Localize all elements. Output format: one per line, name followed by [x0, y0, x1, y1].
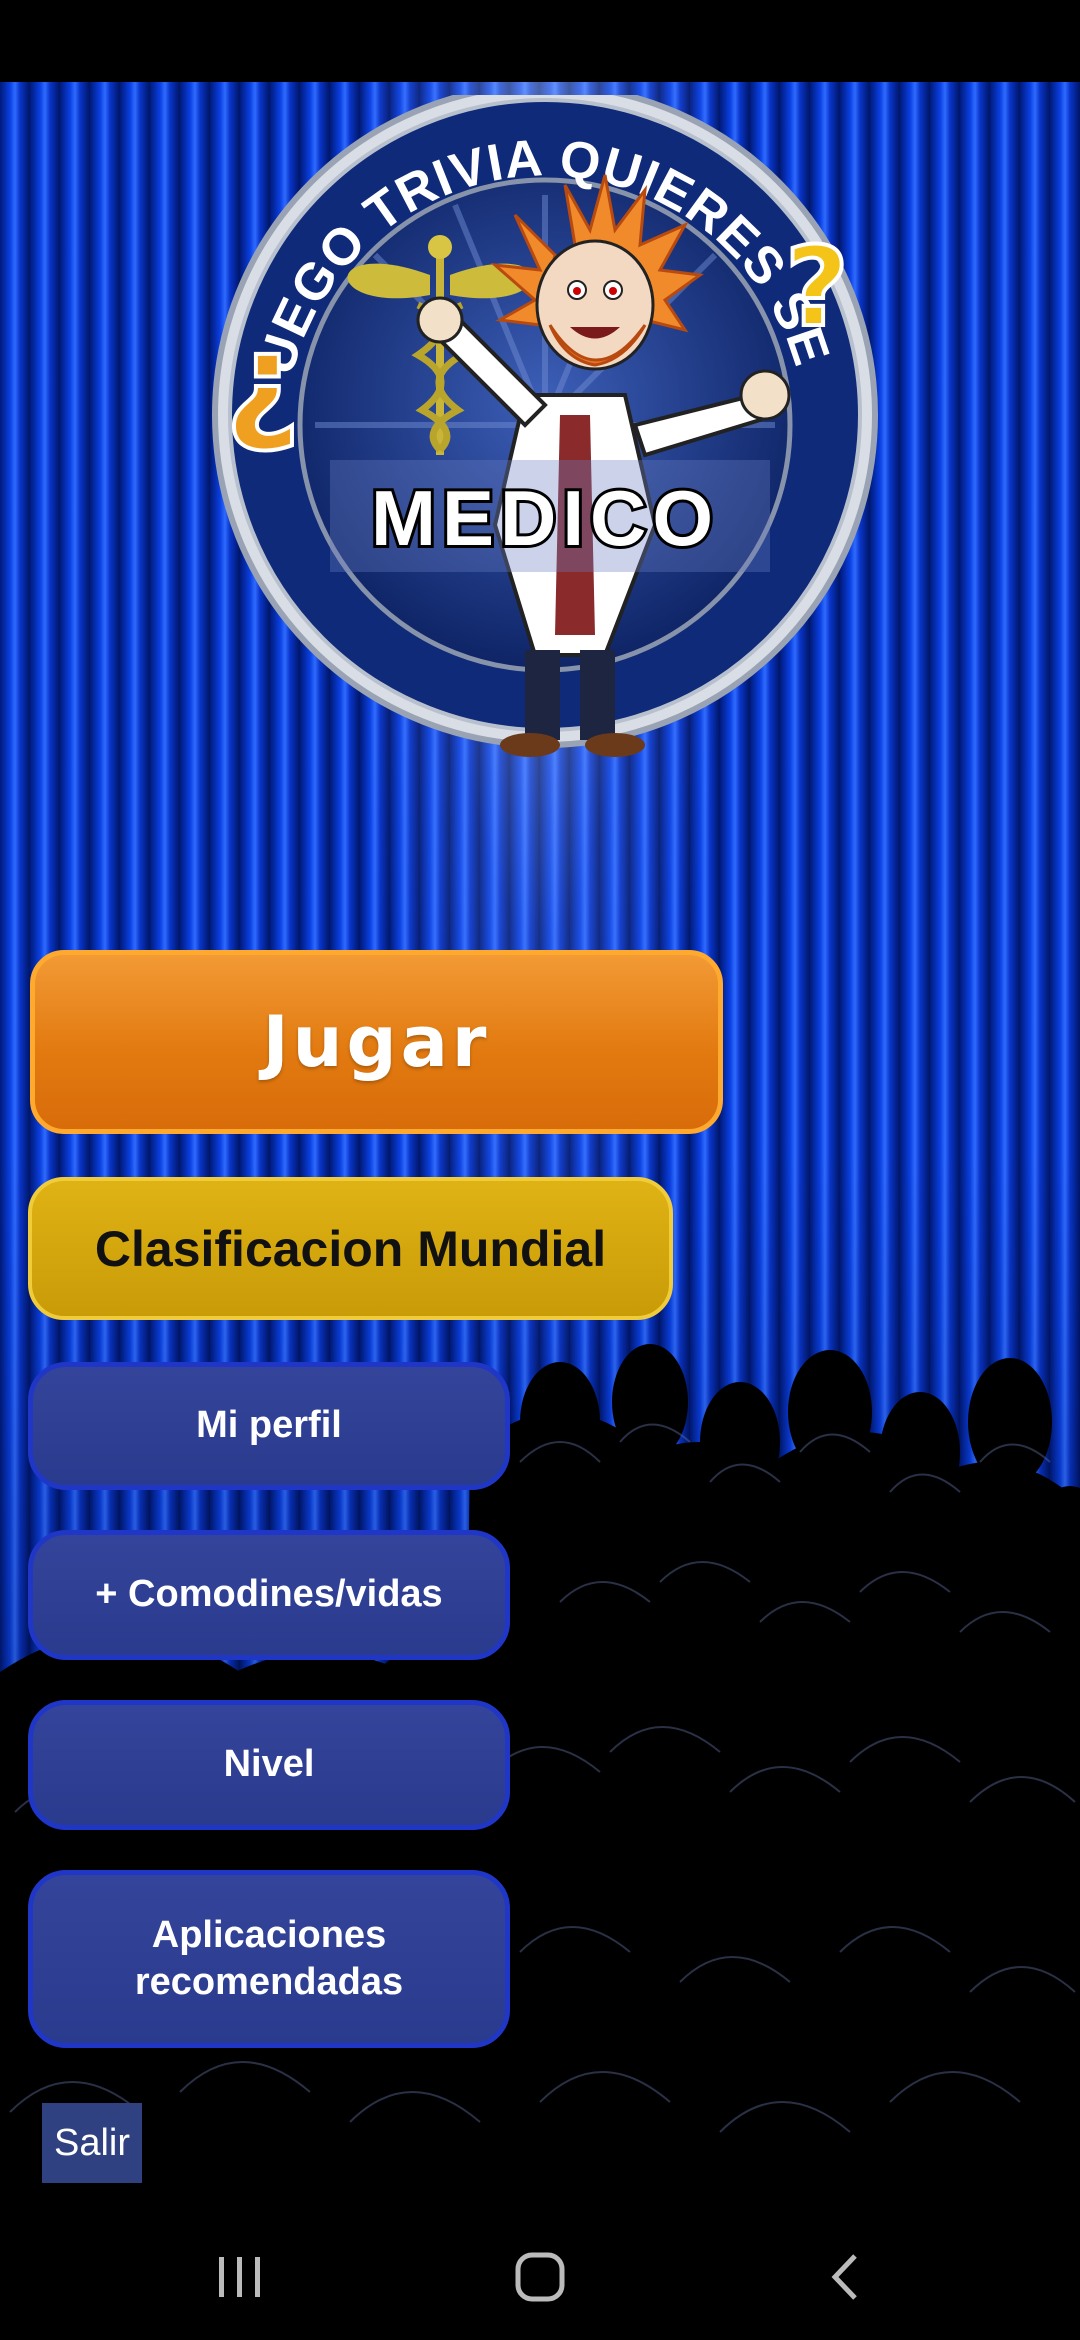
level-button[interactable]: Nivel: [28, 1700, 510, 1830]
play-button[interactable]: Jugar: [30, 950, 723, 1134]
back-icon: [831, 2254, 857, 2300]
recommended-apps-button[interactable]: Aplicaciones recomendadas: [28, 1870, 510, 2048]
status-bar: [0, 0, 1080, 82]
home-button[interactable]: [480, 2237, 600, 2317]
wildcards-lives-button[interactable]: + Comodines/vidas: [28, 1530, 510, 1660]
back-button[interactable]: [785, 2237, 905, 2317]
recommended-apps-label-line1: Aplicaciones: [151, 1913, 387, 1956]
logo-question-close: ?: [785, 223, 849, 351]
home-icon: [515, 2252, 565, 2302]
my-profile-button[interactable]: Mi perfil: [28, 1362, 510, 1490]
system-navigation-bar: [0, 2217, 1080, 2340]
logo-question-open: ¿: [225, 304, 300, 456]
world-ranking-button[interactable]: Clasificacion Mundial: [28, 1177, 673, 1320]
game-logo: JUEGO TRIVIA QUIERES SER ¿ ? MEDICO: [195, 95, 878, 757]
exit-button[interactable]: Salir: [42, 2103, 142, 2183]
recent-apps-button[interactable]: [180, 2237, 300, 2317]
recommended-apps-label-line2: recomendadas: [134, 1961, 404, 2003]
recent-apps-icon: [219, 2257, 260, 2297]
logo-title: MEDICO: [371, 474, 719, 562]
